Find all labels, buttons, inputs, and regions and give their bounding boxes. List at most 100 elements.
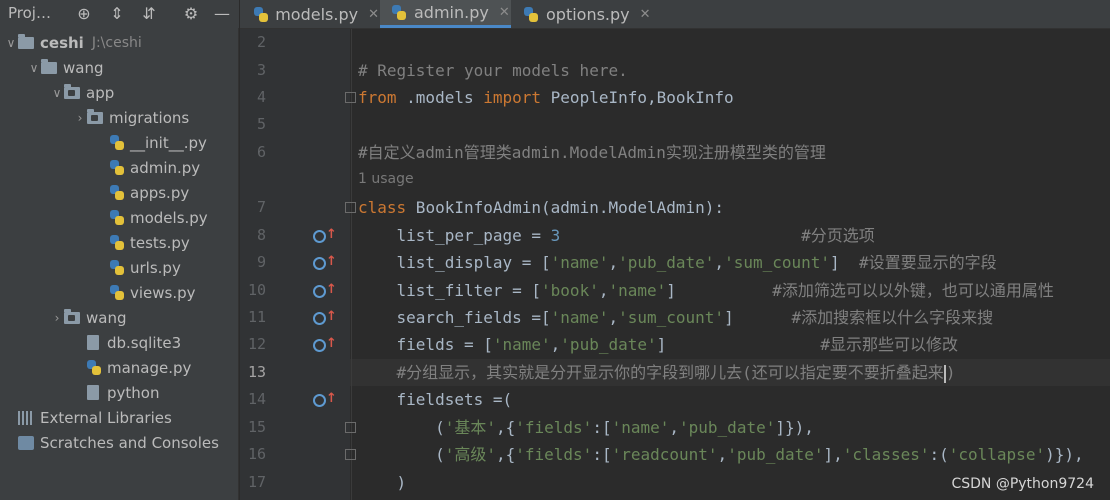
line-number[interactable]: 5 [240,115,266,133]
line-number[interactable]: 13 [240,363,266,381]
line-number[interactable]: 8 [240,226,266,244]
tree-item[interactable]: ∨ wang [0,55,266,80]
code-line[interactable]: #自定义admin管理类admin.ModelAdmin实现注册模型类的管理 [358,139,826,166]
tree-item[interactable]: External Libraries [0,405,243,430]
line-number[interactable]: 14 [240,390,266,408]
python-file-icon [110,185,124,200]
watermark: CSDN @Python9724 [951,476,1094,492]
code-line[interactable]: ('高级',{'fields':['readcount','pub_date']… [358,441,1084,468]
code-line[interactable]: from .models import PeopleInfo,BookInfo [358,84,734,111]
line-number[interactable]: 4 [240,88,266,106]
python-file-icon [87,360,101,375]
overrides-method-icon[interactable]: ↑ [313,337,337,353]
tree-item-label: views.py [130,283,196,302]
line-number[interactable]: 10 [240,281,266,299]
code-line[interactable]: fieldsets =( [358,386,513,413]
overrides-method-icon[interactable]: ↑ [313,283,337,299]
code-editor[interactable]: 2 3 4 5 6 7 8 ↑ 9 ↑ 10 ↑ 11 ↑ 12 ↑ 13 14 ↑ 15 16 17 1 usage #… [240,29,1110,500]
package-folder-icon [64,308,80,324]
tab-admin-py[interactable]: admin.py ✕ [380,0,511,28]
tree-item-label: migrations [109,108,190,127]
tab-label: models.py [275,4,359,24]
tree-item-label: ceshi [40,33,84,52]
line-number[interactable]: 17 [240,473,266,491]
library-icon [18,410,34,425]
code-line[interactable]: #分组显示，其实就是分开显示你的字段到哪儿去(还可以指定要不要折叠起来) [358,359,955,386]
python-file-icon [254,6,268,22]
line-number-gutter[interactable]: 2 3 4 5 6 7 8 ↑ 9 ↑ 10 ↑ 11 ↑ 12 ↑ 13 14 ↑ 15 16 17 [240,29,350,500]
project-panel: Proj… ⊕ ⇕ ⇵ ⚙ — ∨ ceshi J:\ceshi ∨ wang ∨ app ›… [0,0,239,500]
python-file-icon [110,210,124,225]
chevron-down-icon[interactable]: ∨ [4,36,18,50]
line-number[interactable]: 9 [240,253,266,271]
chevron-down-icon[interactable]: ∨ [50,86,64,100]
line-number[interactable]: 11 [240,308,266,326]
package-folder-icon [64,83,80,99]
file-icon [87,385,99,400]
fold-marker-icon[interactable] [345,202,356,213]
python-file-icon [524,6,538,22]
line-number[interactable]: 15 [240,418,266,436]
usage-hint[interactable]: 1 usage [358,171,414,187]
fold-marker-icon[interactable] [345,422,356,433]
tree-item-label: models.py [130,208,208,227]
code-line[interactable]: class BookInfoAdmin(admin.ModelAdmin): [358,194,724,221]
settings-icon[interactable]: ⚙ [180,2,202,24]
collapse-all-icon[interactable]: ⇵ [138,2,160,24]
chevron-right-icon[interactable]: › [73,111,87,125]
fold-marker-icon[interactable] [345,449,356,460]
python-file-icon [110,160,124,175]
code-line[interactable]: ('基本',{'fields':['name','pub_date']}), [358,414,814,441]
file-icon [87,335,99,350]
chevron-down-icon[interactable]: ∨ [27,61,41,75]
expand-all-icon[interactable]: ⇕ [106,2,128,24]
python-file-icon [392,5,406,20]
code-line[interactable]: list_filter = ['book','name'] #添加筛选可以以外键… [358,277,1054,304]
code-line[interactable]: list_per_page = 3 #分页选项 [358,222,875,249]
line-number[interactable]: 12 [240,335,266,353]
tree-item-label: __init__.py [130,133,207,152]
project-panel-title[interactable]: Proj… [8,4,51,22]
tree-item[interactable]: ∨ ceshi J:\ceshi [0,30,243,55]
overrides-method-icon[interactable]: ↑ [313,255,337,271]
overrides-method-icon[interactable]: ↑ [313,392,337,408]
close-icon[interactable]: ✕ [368,7,379,22]
tree-item-label: Scratches and Consoles [40,433,219,452]
tree-item-label: manage.py [107,358,192,377]
line-number[interactable]: 2 [240,33,266,51]
tab-models-py[interactable]: models.py ✕ [242,0,379,28]
line-number[interactable]: 7 [240,198,266,216]
code-line[interactable]: search_fields =['name','sum_count'] #添加搜… [358,304,994,331]
locate-icon[interactable]: ⊕ [73,2,95,24]
scratches-icon [18,435,34,450]
python-file-icon [110,260,124,275]
tab-options-py[interactable]: options.py ✕ [512,0,652,28]
fold-marker-icon[interactable] [345,92,356,103]
close-icon[interactable]: ✕ [640,7,651,22]
line-number[interactable]: 6 [240,143,266,161]
close-icon[interactable]: ✕ [499,5,510,20]
code-line[interactable]: ) [358,469,407,496]
chevron-right-icon[interactable]: › [50,311,64,325]
overrides-method-icon[interactable]: ↑ [313,310,337,326]
python-file-icon [110,235,124,250]
python-file-icon [110,285,124,300]
code-line[interactable]: fields = ['name','pub_date'] #显示那些可以修改 [358,331,959,358]
code-line[interactable]: list_display = ['name','pub_date','sum_c… [358,249,997,276]
line-number[interactable]: 16 [240,445,266,463]
overrides-method-icon[interactable]: ↑ [313,228,337,244]
text-caret [943,364,946,383]
tab-label: admin.py [414,3,489,22]
tree-item[interactable]: Scratches and Consoles [0,430,243,455]
tree-item-label: wang [63,58,104,77]
tree-item-path: J:\ceshi [91,34,142,51]
hide-icon[interactable]: — [211,2,233,24]
project-toolbar: Proj… ⊕ ⇕ ⇵ ⚙ — [0,0,239,28]
tree-item-label: External Libraries [40,408,172,427]
line-number[interactable]: 3 [240,61,266,79]
editor-tab-bar: models.py ✕ admin.py ✕ options.py ✕ [240,0,1110,29]
folder-icon [18,33,34,49]
tree-item-label: admin.py [130,158,201,177]
code-line[interactable]: # Register your models here. [358,57,628,84]
tree-item-label: tests.py [130,233,190,252]
